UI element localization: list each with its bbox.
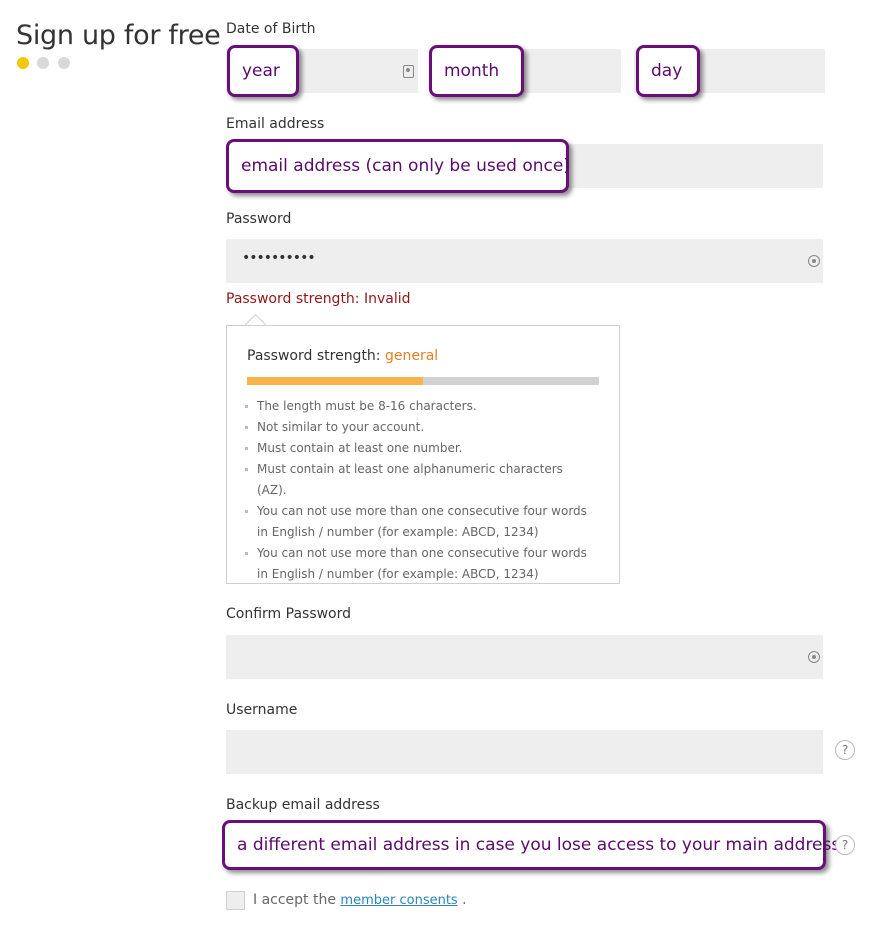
consent-text: I accept the member consents . xyxy=(253,892,467,908)
username-help-icon[interactable]: ? xyxy=(835,740,855,760)
rule-item: Not similar to your account. xyxy=(245,417,595,438)
step-indicator-3 xyxy=(58,57,70,69)
step-indicator-2 xyxy=(37,57,49,69)
calendar-icon[interactable] xyxy=(403,65,414,78)
backup-email-label: Backup email address xyxy=(226,797,380,813)
password-strength-popup: Password strength: general The length mu… xyxy=(226,325,620,584)
strength-bar-fill xyxy=(247,377,423,385)
confirm-password-field[interactable] xyxy=(226,635,823,679)
password-label: Password xyxy=(226,211,292,227)
year-callout: year xyxy=(227,45,299,97)
password-field[interactable] xyxy=(226,239,823,283)
month-callout: month xyxy=(429,45,524,97)
consent-checkbox[interactable] xyxy=(226,891,245,910)
strength-level: general xyxy=(384,348,439,364)
rule-item: You can not use more than one consecutiv… xyxy=(245,543,595,585)
member-consents-link[interactable]: member consents xyxy=(340,893,457,908)
rule-item: The length must be 8-16 characters. xyxy=(245,396,595,417)
password-strength-status: Password strength: Invalid xyxy=(226,291,411,307)
rule-item: Must contain at least one number. xyxy=(245,438,595,459)
day-callout: day xyxy=(636,45,700,97)
password-rules-list: The length must be 8-16 characters. Not … xyxy=(245,396,595,585)
popup-heading-label: Password strength: xyxy=(247,348,385,364)
show-password-icon[interactable] xyxy=(808,255,820,267)
backup-email-callout: a different email address in case you lo… xyxy=(222,820,840,870)
page-title: Sign up for free xyxy=(16,20,221,51)
username-field[interactable] xyxy=(226,730,823,774)
password-value: •••••••••• xyxy=(242,250,316,266)
username-label: Username xyxy=(226,702,298,718)
step-indicator-1 xyxy=(17,57,29,69)
dob-label: Date of Birth xyxy=(226,21,316,37)
rule-item: You can not use more than one consecutiv… xyxy=(245,501,595,543)
confirm-password-label: Confirm Password xyxy=(226,606,352,622)
rule-item: Must contain at least one alphanumeric c… xyxy=(245,459,595,501)
popup-heading: Password strength: general xyxy=(247,348,438,364)
email-callout: email address (can only be used once) xyxy=(226,139,570,193)
backup-email-help-icon[interactable]: ? xyxy=(835,835,855,855)
consent-prefix: I accept the xyxy=(253,892,341,908)
consent-suffix: . xyxy=(457,892,467,908)
show-confirm-password-icon[interactable] xyxy=(808,651,820,663)
email-label: Email address xyxy=(226,116,325,132)
strength-bar xyxy=(247,377,599,385)
